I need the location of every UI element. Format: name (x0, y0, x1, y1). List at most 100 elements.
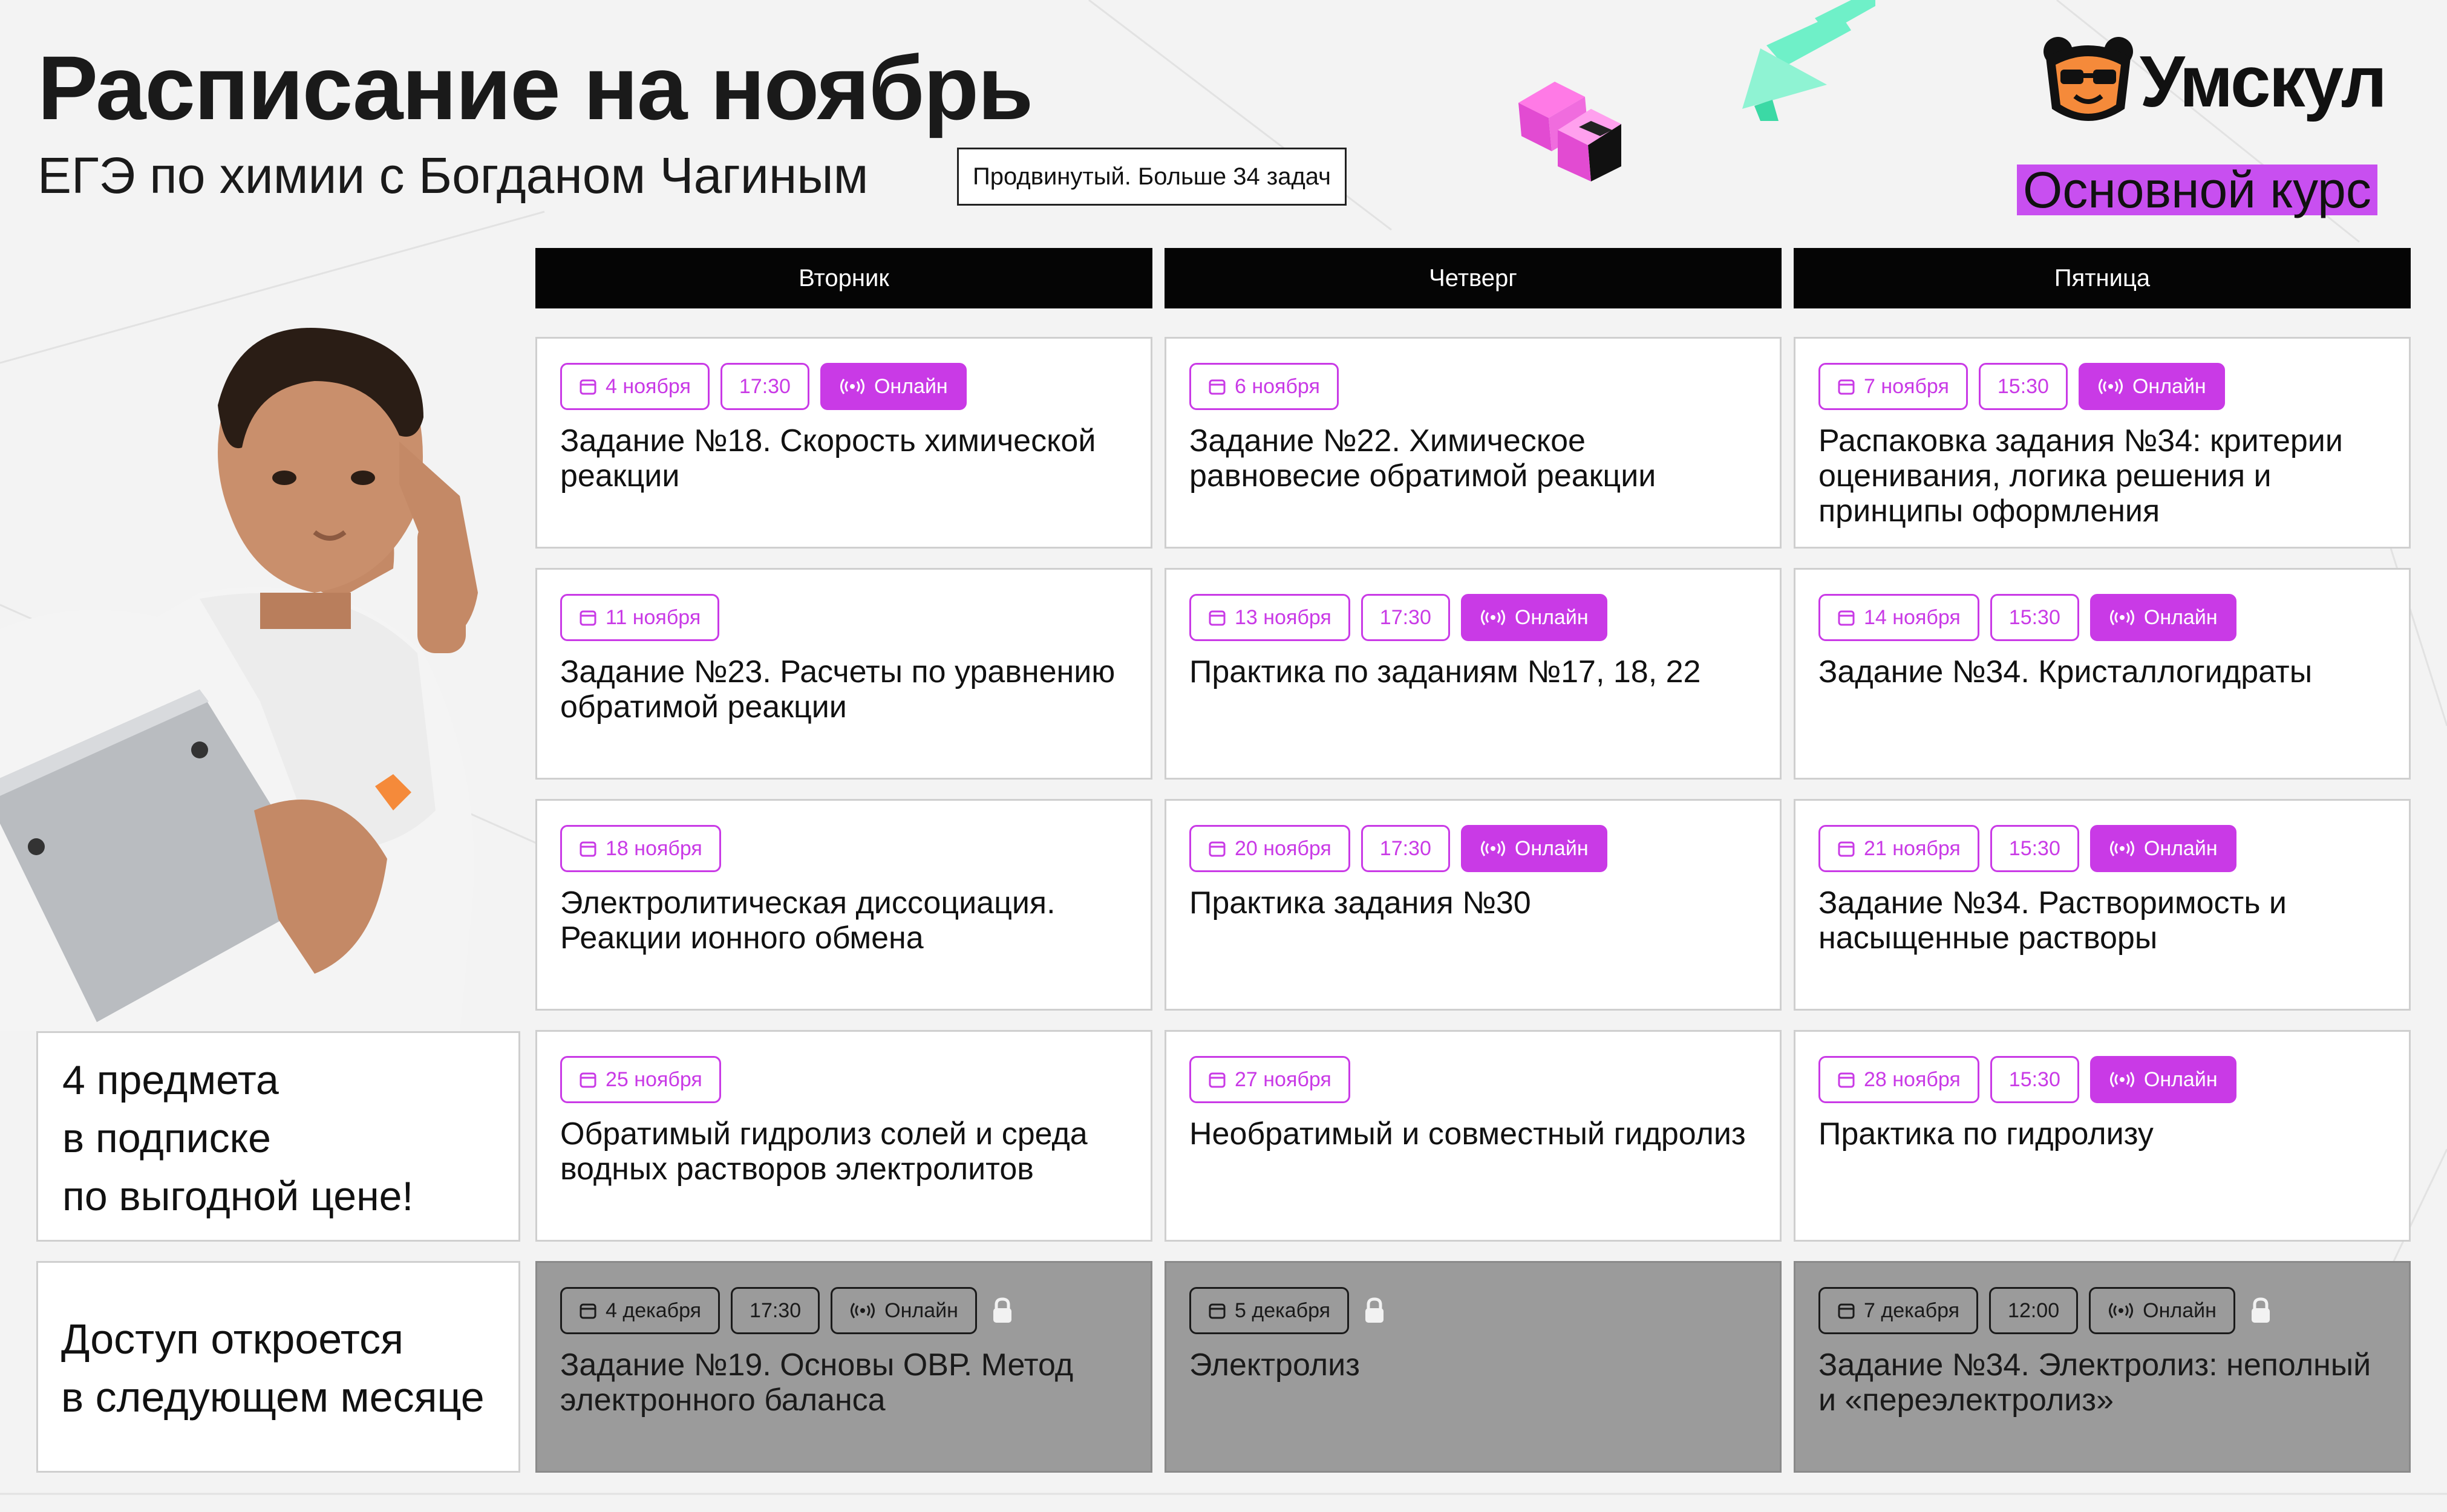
lesson-chips: 4 ноября 17:30 Онлайн (560, 363, 967, 410)
date-chip: 4 декабря (560, 1287, 720, 1334)
lesson-title: Практика задания №30 (1189, 885, 1531, 921)
time-chip: 17:30 (1361, 825, 1450, 872)
date-chip: 28 ноября (1818, 1056, 1979, 1103)
lesson-card[interactable]: 6 ноября Задание №22. Химическое равновес… (1165, 337, 1782, 549)
calendar-icon (580, 1072, 596, 1088)
calendar-icon (580, 610, 596, 626)
date-label: 21 ноября (1864, 837, 1961, 860)
time-chip: 15:30 (1978, 363, 2068, 410)
day-header-friday: Пятница (1794, 248, 2411, 308)
date-chip: 7 ноября (1818, 363, 1968, 410)
broadcast-icon (840, 379, 864, 394)
day-header-tuesday: Вторник (535, 248, 1152, 308)
online-chip: Онлайн (2089, 594, 2236, 641)
promo-line-2: в подписке (62, 1115, 271, 1161)
lesson-card[interactable]: 11 ноября Задание №23. Расчеты по уравнен… (535, 568, 1152, 780)
time-label: 17:30 (739, 375, 791, 398)
broadcast-icon (2109, 841, 2134, 856)
lesson-card[interactable]: 18 ноября Электролитическая диссоциация. … (535, 799, 1152, 1011)
logo-text: Умскул (2140, 41, 2387, 122)
lesson-title: Практика по заданиям №17, 18, 22 (1189, 654, 1701, 689)
calendar-icon (1838, 841, 1855, 857)
calendar-icon (1209, 841, 1226, 857)
date-label: 13 ноября (1235, 606, 1331, 629)
date-chip: 25 ноября (560, 1056, 721, 1103)
date-chip: 5 декабря (1189, 1287, 1350, 1334)
lesson-card[interactable]: 28 ноября 15:30 Онлайн Практика по гидролиз… (1794, 1030, 2411, 1242)
access-line-2: в следующем месяце (61, 1374, 485, 1421)
lesson-chips: 27 ноября (1189, 1056, 1350, 1103)
online-label: Онлайн (1514, 606, 1589, 629)
calendar-icon (1838, 610, 1855, 626)
lesson-card[interactable]: 14 ноября 15:30 Онлайн Задание №34. Кристал… (1794, 568, 2411, 780)
page-subtitle: ЕГЭ по химии с Богданом Чагиным (38, 147, 869, 204)
lesson-card[interactable]: 27 ноября Необратимый и совместный гидрол… (1165, 1030, 1782, 1242)
date-label: 28 ноября (1864, 1068, 1961, 1091)
lesson-title: Задание №22. Химическое равновесие обрат… (1189, 423, 1656, 494)
online-label: Онлайн (2143, 1068, 2218, 1091)
date-label: 5 декабря (1235, 1299, 1331, 1322)
lesson-card[interactable]: 13 ноября 17:30 Онлайн Практика по заданиям… (1165, 568, 1782, 780)
online-chip: Онлайн (2089, 1056, 2236, 1103)
time-label: 15:30 (1997, 375, 2049, 398)
lesson-title: Задание №19. Основы ОВР. Метод электронн… (560, 1347, 1074, 1418)
date-label: 14 ноября (1864, 606, 1961, 629)
date-chip: 11 ноября (560, 594, 720, 641)
lesson-chips: 21 ноября 15:30 Онлайн (1818, 825, 2236, 872)
time-chip: 17:30 (1361, 594, 1450, 641)
calendar-icon (580, 379, 596, 395)
online-label: Онлайн (874, 375, 948, 398)
lesson-title: Задание №23. Расчеты по уравнению обрати… (560, 654, 1116, 725)
lock-icon (2251, 1297, 2270, 1323)
lesson-card[interactable]: 25 ноября Обратимый гидролиз солей и сред… (535, 1030, 1152, 1242)
date-label: 4 ноября (606, 375, 691, 398)
lesson-title: Задание №34. Электролиз: неполный и «пер… (1818, 1347, 2371, 1418)
calendar-icon (1209, 1072, 1226, 1088)
umskul-logo: Умскул (2040, 33, 2415, 136)
lesson-chips: 20 ноября 17:30 Онлайн (1189, 825, 1607, 872)
online-label: Онлайн (2132, 375, 2206, 398)
lesson-card[interactable]: 21 ноября 15:30 Онлайн Задание №34. Раствор… (1794, 799, 2411, 1011)
date-chip: 13 ноября (1189, 594, 1350, 641)
broadcast-icon (851, 1303, 875, 1318)
lesson-card[interactable]: 5 декабря Электролиз (1165, 1261, 1782, 1473)
time-chip: 17:30 (731, 1287, 820, 1334)
broadcast-icon (2109, 610, 2134, 625)
time-label: 15:30 (2008, 606, 2060, 629)
date-label: 27 ноября (1235, 1068, 1331, 1091)
lesson-title: Обратимый гидролиз солей и среда водных … (560, 1116, 1088, 1187)
lesson-card[interactable]: 4 ноября 17:30 Онлайн Задание №18. Скорость… (535, 337, 1152, 549)
calendar-icon (1838, 1303, 1855, 1319)
access-notice: Доступ откроется в следующем месяце (36, 1261, 520, 1473)
time-chip: 15:30 (1990, 594, 2079, 641)
date-label: 18 ноября (606, 837, 702, 860)
course-tag: Основной курс (2017, 165, 2377, 215)
broadcast-icon (1480, 841, 1505, 856)
lesson-card[interactable]: 7 ноября 15:30 Онлайн Распаковка задания №3… (1794, 337, 2411, 549)
broadcast-icon (2098, 379, 2123, 394)
lesson-card[interactable]: 7 декабря 12:00 Онлайн Задание №34. Электро… (1794, 1261, 2411, 1473)
date-chip: 7 декабря (1818, 1287, 1979, 1334)
lesson-card[interactable]: 4 декабря 17:30 Онлайн Задание №19. Основы … (535, 1261, 1152, 1473)
time-label: 17:30 (750, 1299, 802, 1322)
lesson-chips: 28 ноября 15:30 Онлайн (1818, 1056, 2236, 1103)
online-label: Онлайн (884, 1299, 958, 1322)
lesson-card[interactable]: 20 ноября 17:30 Онлайн Практика задания №30 (1165, 799, 1782, 1011)
broadcast-icon (2109, 1303, 2134, 1318)
lesson-chips: 25 ноября (560, 1056, 721, 1103)
date-label: 6 ноября (1235, 375, 1320, 398)
time-label: 12:00 (2008, 1299, 2060, 1322)
day-header-thursday: Четверг (1165, 248, 1782, 308)
date-chip: 14 ноября (1818, 594, 1979, 641)
access-line-1: Доступ откроется (61, 1315, 404, 1363)
subscription-promo: 4 предмета в подписке по выгодной цене! (36, 1031, 520, 1242)
lesson-chips: 7 ноября 15:30 Онлайн (1818, 363, 2225, 410)
lock-icon (1365, 1297, 1384, 1323)
time-chip: 15:30 (1990, 825, 2079, 872)
lesson-chips: 5 декабря (1189, 1287, 1387, 1334)
time-label: 17:30 (1379, 606, 1431, 629)
calendar-icon (1209, 379, 1226, 395)
date-label: 11 ноября (606, 606, 701, 629)
calendar-icon (1209, 610, 1226, 626)
online-chip: Онлайн (2078, 363, 2225, 410)
